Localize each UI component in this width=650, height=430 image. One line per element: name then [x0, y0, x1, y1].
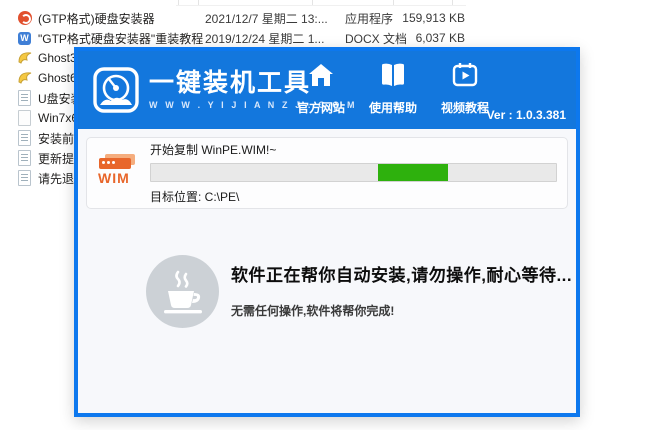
file-date: 2021/12/7 星期二 13:...: [205, 10, 328, 27]
nav-item-官方网站[interactable]: 官方网站: [291, 61, 351, 116]
file-type-icon: [17, 11, 32, 26]
message-texts: 软件正在帮你自动安装,请勿操作,耐心等待... 无需任何操作,软件将帮你完成!: [231, 255, 572, 319]
home-icon: [307, 61, 335, 94]
video-icon: [451, 61, 479, 94]
progress-status-text: 开始复制 WinPE.WIM!~: [150, 141, 557, 158]
progress-bar-fill: [378, 164, 448, 181]
file-type-icon: [17, 151, 32, 166]
nav-item-使用帮助[interactable]: 使用帮助: [363, 61, 423, 116]
file-size: 159,913 KB: [365, 11, 465, 25]
text-doc-icon: [18, 170, 31, 186]
app-logo-gauge-icon: [93, 67, 139, 113]
screen: (GTP格式)硬盘安装器 2021/12/7 星期二 13:... 应用程序 1…: [0, 0, 650, 430]
ghost-icon: [18, 71, 32, 85]
file-type-icon: [17, 51, 32, 66]
file-type-icon: [17, 171, 32, 186]
message-title: 软件正在帮你自动安装,请勿操作,耐心等待...: [231, 261, 572, 286]
ghost-icon: [18, 51, 32, 65]
file-type-icon: [17, 71, 32, 86]
nav-label: 使用帮助: [369, 99, 417, 116]
file-type-icon: [17, 91, 32, 106]
text-doc-icon: [18, 130, 31, 146]
progress-target-path: 目标位置: C:\PE\: [150, 188, 557, 205]
message-subtitle: 无需任何操作,软件将帮你完成!: [231, 302, 572, 319]
file-size: 6,037 KB: [365, 31, 465, 45]
file-icon: [18, 110, 31, 126]
version-label: Ver : 1.0.3.381: [487, 108, 566, 122]
header-nav: 官方网站 使用帮助 视频教程: [291, 61, 495, 116]
progress-card: WIM 开始复制 WinPE.WIM!~ 目标位置: C:\PE\: [86, 137, 568, 209]
progress-bar: [150, 163, 557, 182]
file-type-icon: [17, 131, 32, 146]
status-message: 软件正在帮你自动安装,请勿操作,耐心等待... 无需任何操作,软件将帮你完成!: [146, 255, 572, 328]
file-name: (GTP格式)硬盘安装器: [38, 10, 155, 27]
nav-label: 官方网站: [297, 99, 345, 116]
installer-dialog: 一键装机工具 W W W . Y I J I A N Z J . C O M 官…: [74, 47, 580, 417]
word-doc-icon: W: [18, 32, 31, 45]
file-type-icon: [17, 111, 32, 126]
column-header-line: [176, 5, 466, 6]
dialog-header: 一键装机工具 W W W . Y I J I A N Z J . C O M 官…: [78, 51, 576, 129]
nav-label: 视频教程: [441, 99, 489, 116]
app-icon: [18, 11, 32, 25]
text-doc-icon: [18, 150, 31, 166]
file-date: 2019/12/24 星期二 1...: [205, 30, 324, 47]
wim-badge: WIM: [98, 170, 130, 186]
book-icon: [379, 61, 407, 94]
file-row[interactable]: W "GTP格式硬盘安装器"重装教程 2019/12/24 星期二 1... D…: [0, 28, 650, 48]
progress-body: 开始复制 WinPE.WIM!~ 目标位置: C:\PE\: [150, 141, 557, 205]
wim-file-icon: WIM: [95, 150, 141, 196]
file-type-icon: W: [17, 31, 32, 46]
file-row[interactable]: (GTP格式)硬盘安装器 2021/12/7 星期二 13:... 应用程序 1…: [0, 8, 650, 28]
coffee-icon: [146, 255, 219, 328]
text-doc-icon: [18, 90, 31, 106]
file-name: "GTP格式硬盘安装器"重装教程: [38, 30, 203, 47]
